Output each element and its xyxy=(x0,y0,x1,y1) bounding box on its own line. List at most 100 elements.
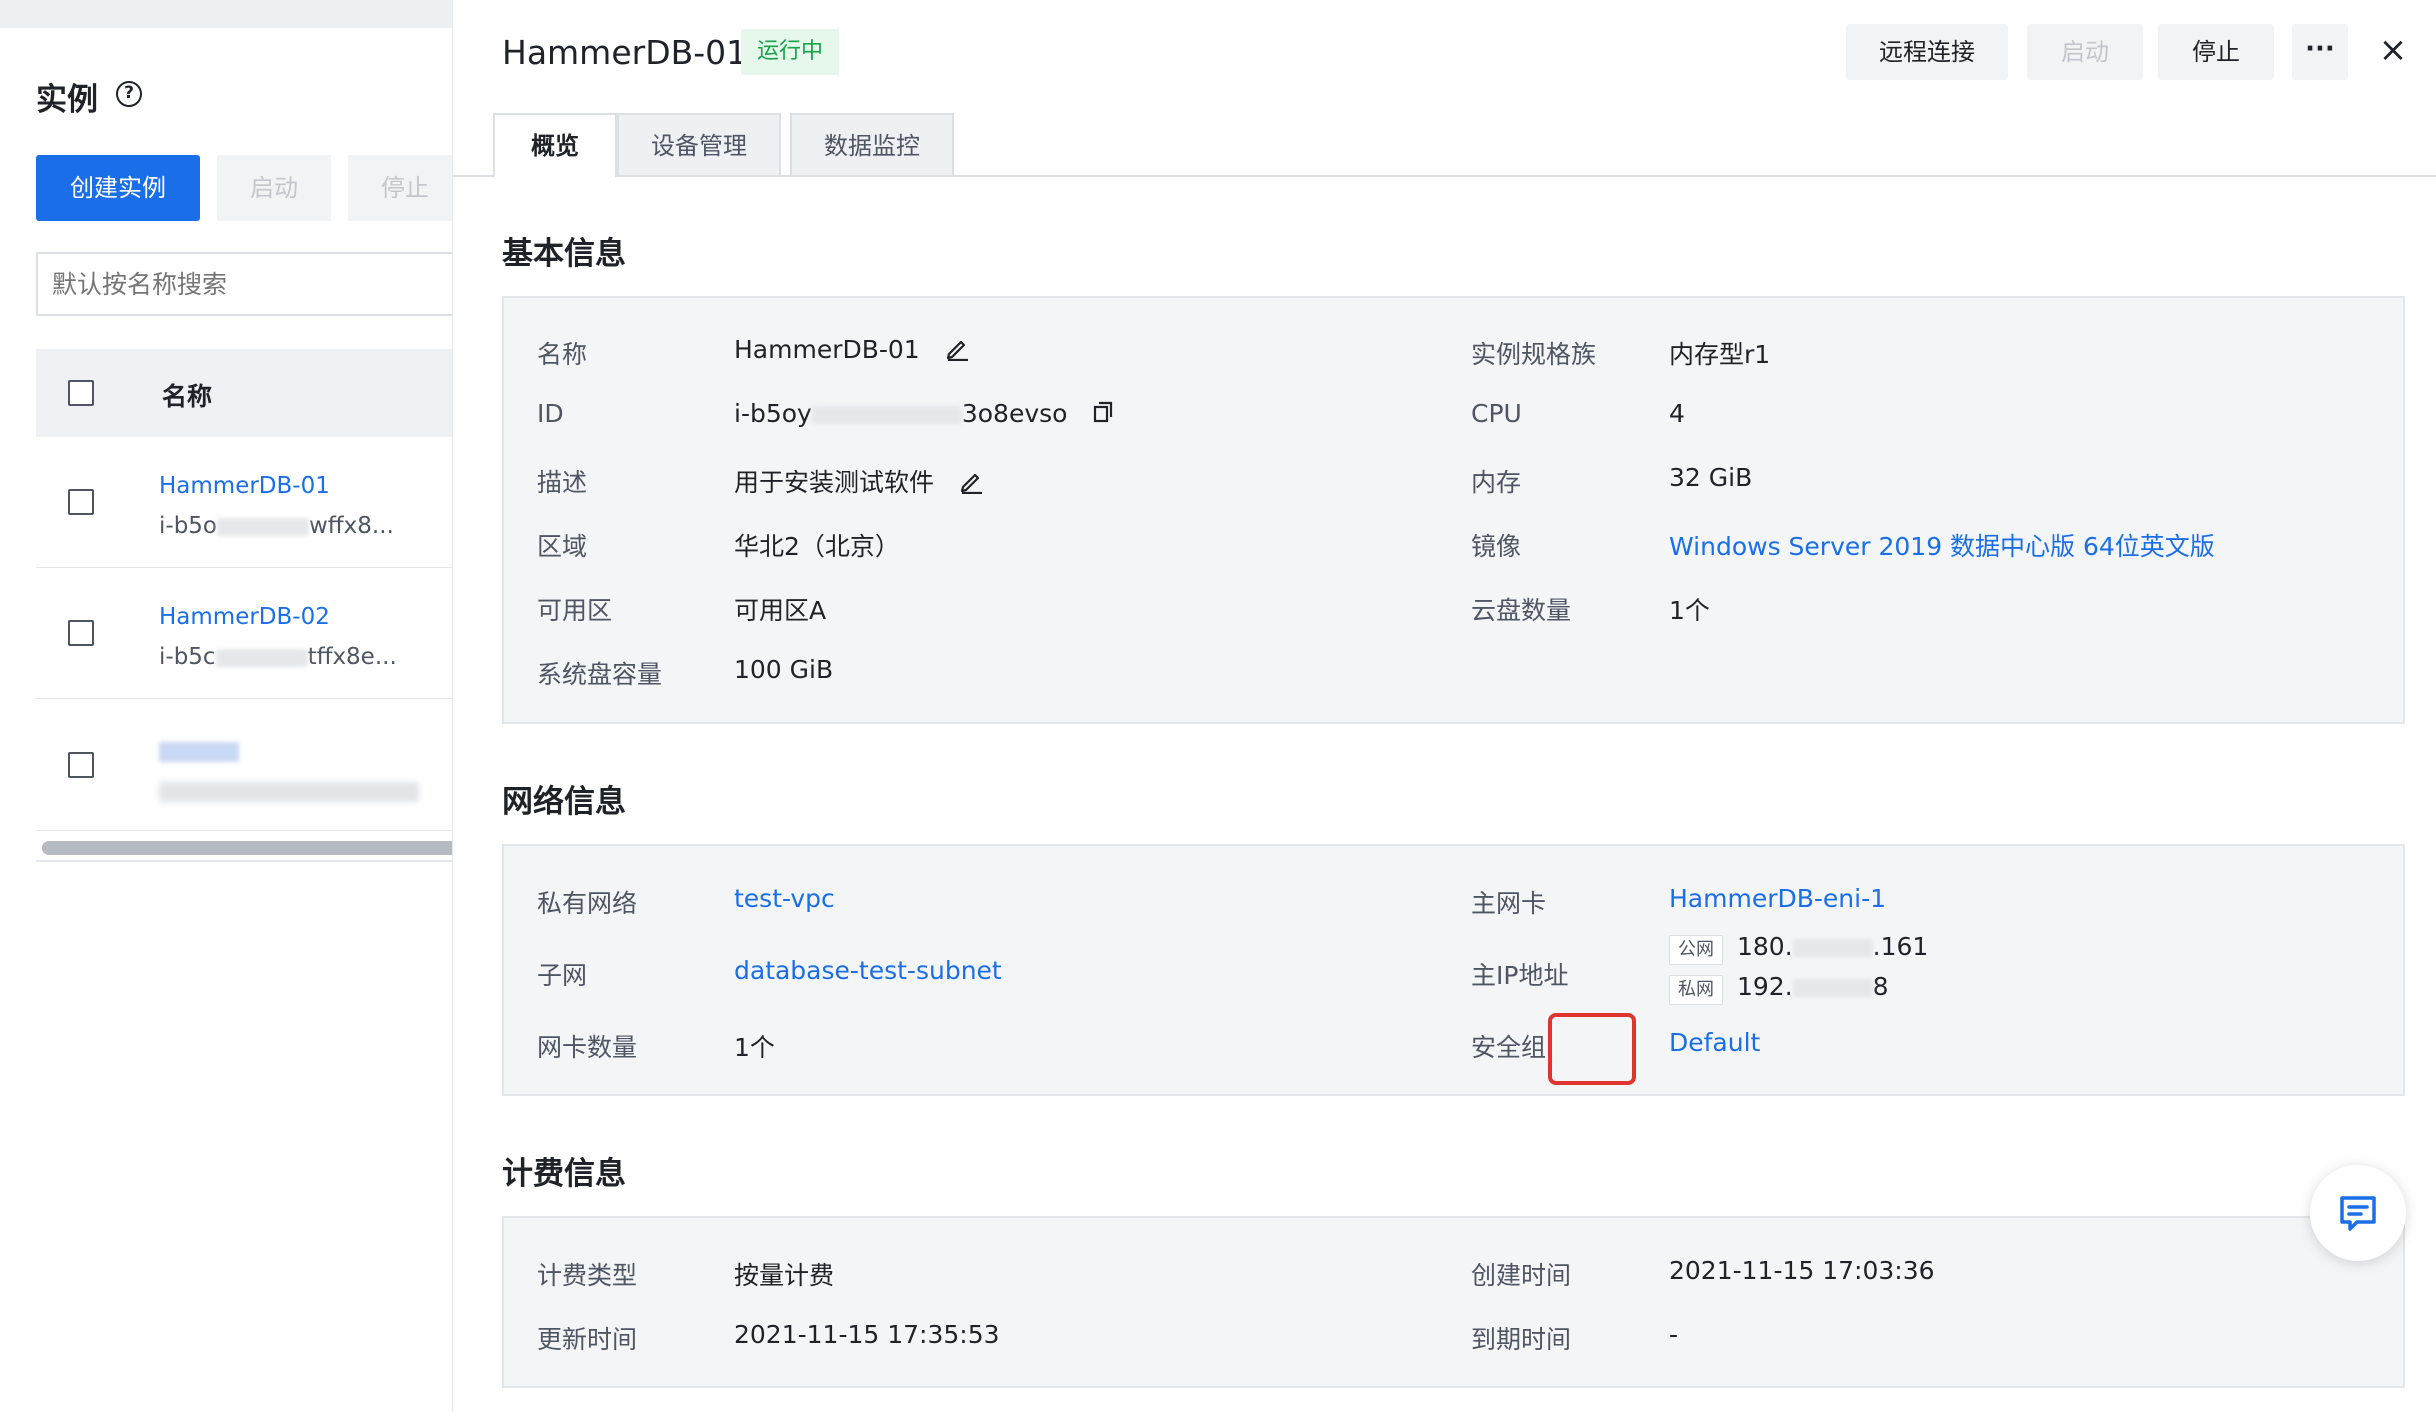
edit-icon[interactable] xyxy=(944,335,970,367)
instance-name-link[interactable]: HammerDB-02 xyxy=(159,604,330,630)
list-item[interactable]: HammerDB-01 i-b5o wffx8... xyxy=(36,437,452,568)
primary-ip-label: 主IP地址 xyxy=(1471,961,1569,990)
tab-device-management[interactable]: 设备管理 xyxy=(617,113,781,175)
memory-label: 内存 xyxy=(1471,468,1522,497)
horizontal-scrollbar[interactable] xyxy=(36,832,452,862)
disk-count-value: 1个 xyxy=(1669,596,1710,625)
created-time-value: 2021-11-15 17:03:36 xyxy=(1669,1256,1935,1285)
expire-time-value: - xyxy=(1669,1320,1679,1349)
row-checkbox[interactable] xyxy=(68,489,94,515)
vpc-label: 私有网络 xyxy=(537,889,638,918)
desc-label: 描述 xyxy=(537,468,588,497)
section-title-network: 网络信息 xyxy=(502,784,626,820)
instance-id: i-b5o wffx8... xyxy=(159,513,394,539)
zone-label: 可用区 xyxy=(537,596,613,625)
sysdisk-value: 100 GiB xyxy=(734,655,834,684)
created-time-label: 创建时间 xyxy=(1471,1261,1572,1290)
cpu-value: 4 xyxy=(1669,399,1685,428)
stop-button[interactable]: 停止 xyxy=(2158,24,2274,80)
instance-id: i-b5c tffx8e... xyxy=(159,644,397,670)
list-header: 名称 xyxy=(36,349,452,437)
public-ip-prefix: 180. xyxy=(1737,932,1793,961)
subnet-label: 子网 xyxy=(537,961,588,990)
start-button[interactable]: 启动 xyxy=(2027,24,2143,80)
column-header-name: 名称 xyxy=(162,382,213,411)
name-label: 名称 xyxy=(537,340,588,369)
desc-value: 用于安装测试软件 xyxy=(734,468,935,497)
primary-nic-link[interactable]: HammerDB-eni-1 xyxy=(1669,884,1886,913)
highlight-box xyxy=(1548,1013,1636,1085)
security-group-label: 安全组 xyxy=(1471,1033,1547,1062)
primary-nic-label: 主网卡 xyxy=(1471,889,1547,918)
network-info-card: 私有网络 test-vpc 子网 database-test-subnet 网卡… xyxy=(502,844,2405,1096)
feedback-chat-button[interactable] xyxy=(2310,1165,2406,1261)
image-link[interactable]: Windows Server 2019 数据中心版 64位英文版 xyxy=(1669,527,2215,563)
nic-count-value: 1个 xyxy=(734,1033,775,1062)
nic-count-label: 网卡数量 xyxy=(537,1033,638,1062)
question-circle-icon[interactable]: ? xyxy=(116,81,142,107)
close-icon[interactable]: × xyxy=(2373,30,2413,70)
billing-info-card: 计费类型 按量计费 更新时间 2021-11-15 17:35:53 创建时间 … xyxy=(502,1216,2405,1388)
public-ip-row: 公网 180. .161 xyxy=(1669,932,1928,965)
page-title: 实例 xyxy=(36,82,98,118)
name-field: HammerDB-01 xyxy=(734,335,970,367)
search-input[interactable] xyxy=(36,252,452,316)
status-badge: 运行中 xyxy=(741,29,840,75)
redacted-text xyxy=(811,406,962,424)
remote-connect-button[interactable]: 远程连接 xyxy=(1846,24,2008,80)
start-button-disabled[interactable]: 启动 xyxy=(217,155,331,221)
row-checkbox[interactable] xyxy=(68,752,94,778)
spec-label: 实例规格族 xyxy=(1471,340,1597,369)
id-prefix: i-b5oy xyxy=(734,399,812,428)
tab-overview[interactable]: 概览 xyxy=(493,113,617,177)
id-label: ID xyxy=(537,399,564,428)
edit-icon[interactable] xyxy=(958,468,984,500)
expire-time-label: 到期时间 xyxy=(1471,1325,1572,1354)
section-title-basic: 基本信息 xyxy=(502,236,626,272)
cpu-label: CPU xyxy=(1471,399,1522,428)
disk-count-label: 云盘数量 xyxy=(1471,596,1572,625)
id-field: i-b5oy 3o8evso xyxy=(734,399,1115,430)
public-ip-suffix: .161 xyxy=(1872,932,1929,961)
redacted-text xyxy=(1792,939,1873,957)
desc-field: 用于安装测试软件 xyxy=(734,463,984,500)
left-top-strip xyxy=(0,0,452,28)
create-instance-button[interactable]: 创建实例 xyxy=(36,155,200,221)
chat-icon xyxy=(2340,1196,2376,1231)
list-item[interactable] xyxy=(36,700,452,831)
select-all-checkbox[interactable] xyxy=(68,380,94,406)
memory-value: 32 GiB xyxy=(1669,463,1753,492)
scrollbar-thumb[interactable] xyxy=(42,841,452,855)
redacted-id xyxy=(159,782,419,802)
list-item[interactable]: HammerDB-02 i-b5c tffx8e... xyxy=(36,568,452,699)
billing-type-label: 计费类型 xyxy=(537,1261,638,1290)
billing-type-value: 按量计费 xyxy=(734,1261,835,1290)
tab-data-monitoring[interactable]: 数据监控 xyxy=(790,113,954,175)
stop-button-disabled[interactable]: 停止 xyxy=(348,155,452,221)
more-icon[interactable]: ··· xyxy=(2292,24,2348,80)
row-checkbox[interactable] xyxy=(68,620,94,646)
zone-value: 可用区A xyxy=(734,596,827,625)
copy-icon[interactable] xyxy=(1091,400,1115,430)
instance-detail-panel: HammerDB-01 运行中 远程连接 启动 停止 ··· × 概览 设备管理… xyxy=(453,0,2436,1412)
instance-list-panel: 实例 ? 创建实例 启动 停止 名称 HammerDB-01 i-b5o wffx… xyxy=(0,0,452,1412)
instance-id-suffix: wffx8... xyxy=(309,513,394,539)
subnet-link[interactable]: database-test-subnet xyxy=(734,956,1002,985)
redacted-text xyxy=(215,648,308,667)
instance-name-link[interactable]: HammerDB-01 xyxy=(159,473,330,499)
vpc-link[interactable]: test-vpc xyxy=(734,884,835,913)
region-label: 区域 xyxy=(537,532,588,561)
instance-title: HammerDB-01 xyxy=(502,33,748,72)
redacted-name xyxy=(159,742,239,762)
private-ip-prefix: 192. xyxy=(1737,972,1793,1001)
region-value: 华北2（北京） xyxy=(734,532,900,561)
redacted-text xyxy=(1792,979,1873,997)
security-group-link[interactable]: Default xyxy=(1669,1028,1760,1057)
spec-value: 内存型r1 xyxy=(1669,340,1771,369)
image-label: 镜像 xyxy=(1471,532,1522,561)
instance-id-suffix: tffx8e... xyxy=(307,644,397,670)
public-ip-tag: 公网 xyxy=(1669,935,1723,965)
sysdisk-label: 系统盘容量 xyxy=(537,660,663,689)
id-suffix: 3o8evso xyxy=(961,399,1068,428)
basic-info-card: 名称 HammerDB-01 ID i-b5oy 3o8evso 描述 用于安装测… xyxy=(502,296,2405,724)
